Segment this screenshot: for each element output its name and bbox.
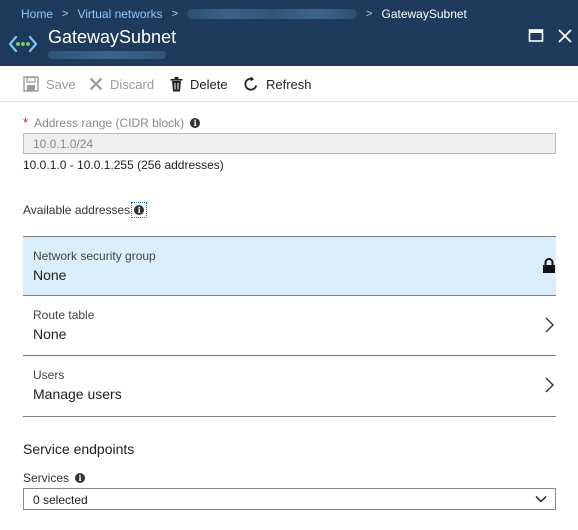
available-addresses-row: Available addresses i [23,202,148,218]
refresh-button[interactable]: Refresh [243,75,312,93]
service-endpoints-heading: Service endpoints [23,441,135,457]
services-label-row: Services i [23,471,86,485]
chevron-right-icon [545,377,554,393]
discard-button[interactable]: Discard [89,75,154,93]
delete-button[interactable]: Delete [170,75,228,93]
network-security-group-row[interactable]: Network security group None [23,236,556,296]
nsg-value: None [33,267,67,283]
info-icon[interactable]: i [190,117,201,128]
delete-button-label: Delete [190,76,228,92]
close-icon[interactable] [557,28,573,44]
breadcrumb-home-link[interactable]: Home [21,7,53,21]
save-button[interactable]: Save [23,75,76,93]
nsg-label: Network security group [33,249,156,263]
route-table-label: Route table [33,308,95,322]
discard-button-label: Discard [110,76,155,92]
refresh-icon [244,76,258,91]
command-bar: Save Discard Delete Refresh [0,66,578,102]
users-label: Users [33,368,65,382]
breadcrumb: Home > Virtual networks > > GatewaySubne… [21,6,467,22]
address-range-label-row: * Address range (CIDR block) i [23,115,201,130]
breadcrumb-virtual-networks-link[interactable]: Virtual networks [77,7,162,21]
chevron-down-icon [535,495,547,503]
blade-subtitle-redacted [48,51,166,59]
breadcrumb-separator-icon: > [62,8,69,20]
available-addresses-info-button[interactable]: i [131,202,148,218]
users-row[interactable]: Users Manage users [23,356,556,417]
route-table-value: None [33,326,67,342]
maximize-icon[interactable] [528,28,544,44]
blade-header: Home > Virtual networks > > GatewaySubne… [0,0,578,66]
address-range-label: Address range (CIDR block) [34,115,185,130]
breadcrumb-current: GatewaySubnet [381,7,467,21]
blade-title: GatewaySubnet [48,27,177,47]
breadcrumb-redacted-item[interactable] [187,9,358,19]
address-range-summary: 10.0.1.0 - 10.0.1.255 (256 addresses) [23,158,224,172]
address-range-input[interactable]: 10.0.1.0/24 [23,133,556,154]
route-table-row[interactable]: Route table None [23,296,556,356]
save-button-label: Save [46,76,76,92]
discard-icon [89,77,103,91]
users-value: Manage users [33,386,122,402]
breadcrumb-separator-icon: > [366,8,373,20]
services-dropdown[interactable]: 0 selected [23,488,556,510]
breadcrumb-separator-icon: > [171,8,179,20]
info-icon: i [134,205,145,215]
services-dropdown-value: 0 selected [33,493,88,507]
save-icon [23,76,39,92]
info-icon[interactable]: i [75,473,86,483]
trash-icon [170,76,183,91]
refresh-button-label: Refresh [266,76,312,92]
lock-icon [543,258,555,273]
services-label: Services [23,471,70,485]
virtual-network-icon [8,35,38,53]
chevron-right-icon [545,317,554,333]
available-addresses-label: Available addresses [23,203,131,217]
required-indicator: * [23,115,29,130]
